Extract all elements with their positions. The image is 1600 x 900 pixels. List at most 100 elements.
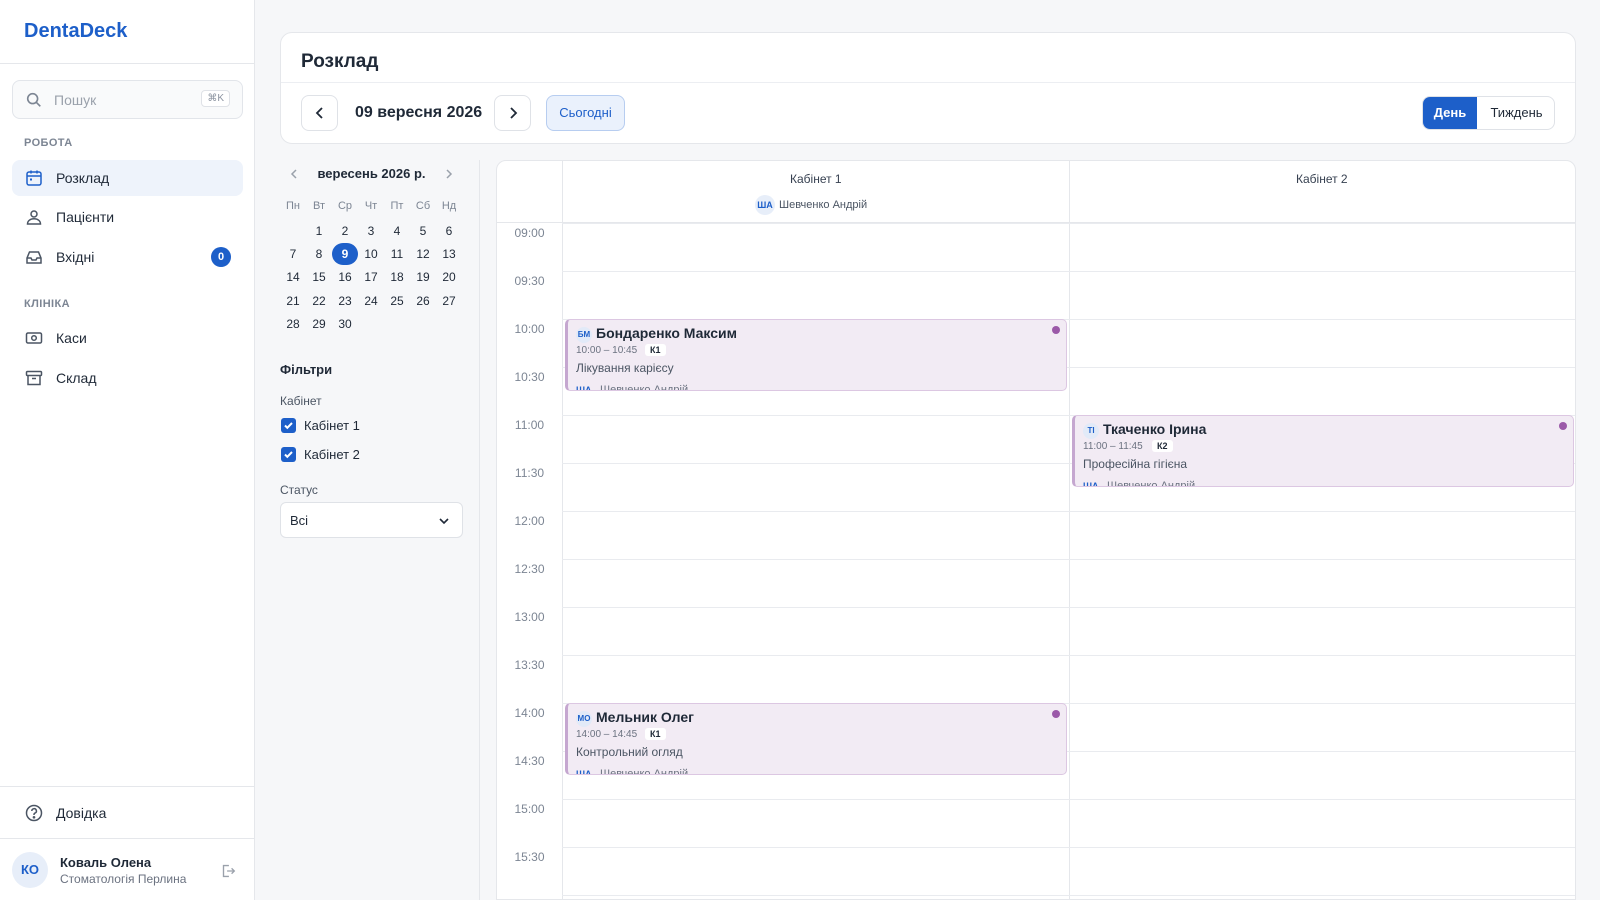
calendar-day[interactable]: 27 <box>436 290 462 312</box>
calendar-day[interactable]: 25 <box>384 290 410 312</box>
status-select[interactable]: Всі <box>280 502 463 538</box>
weekday-label: Нд <box>441 200 457 212</box>
time-label: 09:30 <box>514 274 545 288</box>
cabinet-1-label[interactable]: Кабінет 1 <box>304 418 360 433</box>
time-label: 11:30 <box>514 466 545 480</box>
next-day-button[interactable] <box>494 95 531 131</box>
calendar-day[interactable]: 1 <box>306 220 332 242</box>
calendar-day[interactable]: 21 <box>280 290 306 312</box>
cabinet-2-label[interactable]: Кабінет 2 <box>304 447 360 462</box>
sidebar-item-label: Пацієнти <box>56 209 115 225</box>
appointment-card[interactable]: МО Мельник Олег 14:00 – 14:45 К1 Контрольний… <box>565 703 1067 775</box>
calendar-day[interactable]: 14 <box>280 266 306 288</box>
status-dot <box>1052 326 1060 334</box>
status-dot <box>1559 422 1567 430</box>
sidebar-item-label: Каси <box>56 330 87 346</box>
calendar-day[interactable]: 23 <box>332 290 358 312</box>
time-slot-line <box>562 511 1575 512</box>
calendar-day[interactable]: 7 <box>280 243 306 265</box>
calendar-day[interactable]: 8 <box>306 243 332 265</box>
cabinet-tag: К1 <box>645 728 666 740</box>
logout-icon[interactable] <box>219 862 237 880</box>
sidebar-item-patients[interactable]: Пацієнти <box>12 199 243 235</box>
calendar-day[interactable]: 17 <box>358 266 384 288</box>
weekday-label: Вт <box>312 200 325 212</box>
calendar-day[interactable]: 30 <box>332 313 358 335</box>
calendar-day[interactable]: 26 <box>410 290 436 312</box>
calendar-day[interactable]: 15 <box>306 266 332 288</box>
doctor-avatar: ША <box>755 195 775 215</box>
procedure-name: Лікування карієсу <box>576 361 674 375</box>
cabinet-2-checkbox[interactable] <box>281 447 296 462</box>
chevron-right-icon <box>510 107 518 119</box>
doctor-name: Шевченко Андрій <box>600 768 689 775</box>
calendar-day[interactable]: 12 <box>410 243 436 265</box>
calendar-day[interactable]: 6 <box>436 220 462 242</box>
time-slot-line <box>562 847 1575 848</box>
divider <box>281 82 1575 83</box>
calendar-day[interactable]: 18 <box>384 266 410 288</box>
user-avatar[interactable]: КО <box>12 852 48 888</box>
brand-logo[interactable]: DentaDeck <box>24 20 127 43</box>
section-clinic: КЛІНІКА <box>24 298 70 310</box>
doctor-name: Шевченко Андрій <box>779 199 868 211</box>
calendar-day[interactable]: 3 <box>358 220 384 242</box>
appointment-card[interactable]: БМ Бондаренко Максим 10:00 – 10:45 К1 Лікува… <box>565 319 1067 391</box>
doctor-avatar: ША <box>576 385 592 391</box>
calendar-day[interactable]: 11 <box>384 243 410 265</box>
calendar-day[interactable]: 20 <box>436 266 462 288</box>
grid-header: Кабінет 1 ША Шевченко Андрій Кабінет 2 <box>497 161 1575 223</box>
calendar-day[interactable]: 16 <box>332 266 358 288</box>
column-doctor: ША Шевченко Андрій <box>755 195 867 215</box>
calendar-day[interactable]: 4 <box>384 220 410 242</box>
filters-title: Фільтри <box>280 362 333 377</box>
status-dot <box>1052 710 1060 718</box>
calendar-day[interactable]: 10 <box>358 243 384 265</box>
weekday-label: Пт <box>390 200 404 212</box>
prev-day-button[interactable] <box>301 95 338 131</box>
check-icon <box>284 451 293 459</box>
time-label: 10:30 <box>514 370 545 384</box>
patient-avatar: МО <box>576 711 592 727</box>
patient-name: Мельник Олег <box>596 709 694 725</box>
sidebar-item-label: Вхідні <box>56 249 95 265</box>
appointment-time: 10:00 – 10:45 <box>576 345 638 356</box>
time-label: 14:00 <box>514 706 545 720</box>
view-day-button[interactable]: День <box>1423 97 1477 129</box>
doctor-name: Шевченко Андрій <box>1107 480 1196 487</box>
time-slot-line <box>562 607 1575 608</box>
calendar-day[interactable]: 13 <box>436 243 462 265</box>
today-button[interactable]: Сьогодні <box>546 95 625 131</box>
sidebar-item-schedule[interactable]: Розклад <box>12 160 243 196</box>
calendar-day[interactable]: 22 <box>306 290 332 312</box>
weekday-label: Ср <box>337 200 353 212</box>
view-week-button[interactable]: Тиждень <box>1477 97 1554 129</box>
sidebar-item-cash[interactable]: Каси <box>12 320 243 356</box>
sidebar-item-warehouse[interactable]: Склад <box>12 360 243 396</box>
mini-calendar-next-icon[interactable] <box>443 167 455 181</box>
calendar-day[interactable]: 19 <box>410 266 436 288</box>
time-label: 13:00 <box>514 610 545 624</box>
calendar-icon <box>26 170 42 186</box>
time-slot-line <box>562 895 1575 896</box>
search-placeholder: Пошук <box>54 92 97 108</box>
weekday-label: Пн <box>286 200 300 212</box>
appointment-card[interactable]: ТІ Ткаченко Ірина 11:00 – 11:45 К2 Професійн… <box>1072 415 1574 487</box>
calendar-day[interactable]: 28 <box>280 313 306 335</box>
search-input[interactable]: Пошук ⌘K <box>12 80 243 119</box>
cabinet-filter-label: Кабінет <box>280 394 322 408</box>
cabinet-1-checkbox[interactable] <box>281 418 296 433</box>
calendar-day-selected[interactable]: 9 <box>332 243 358 265</box>
calendar-day[interactable]: 29 <box>306 313 332 335</box>
calendar-day[interactable]: 24 <box>358 290 384 312</box>
sidebar-item-help[interactable]: Довідка <box>12 795 243 831</box>
check-icon <box>284 422 293 430</box>
column-title-cabinet-1: Кабінет 1 <box>790 172 842 186</box>
sidebar-item-inbox[interactable]: Вхідні 0 <box>12 239 243 275</box>
doctor-avatar: ША <box>576 769 592 775</box>
divider <box>0 786 254 787</box>
calendar-day[interactable]: 5 <box>410 220 436 242</box>
patient-name: Бондаренко Максим <box>596 325 737 341</box>
divider <box>0 838 254 839</box>
calendar-day[interactable]: 2 <box>332 220 358 242</box>
